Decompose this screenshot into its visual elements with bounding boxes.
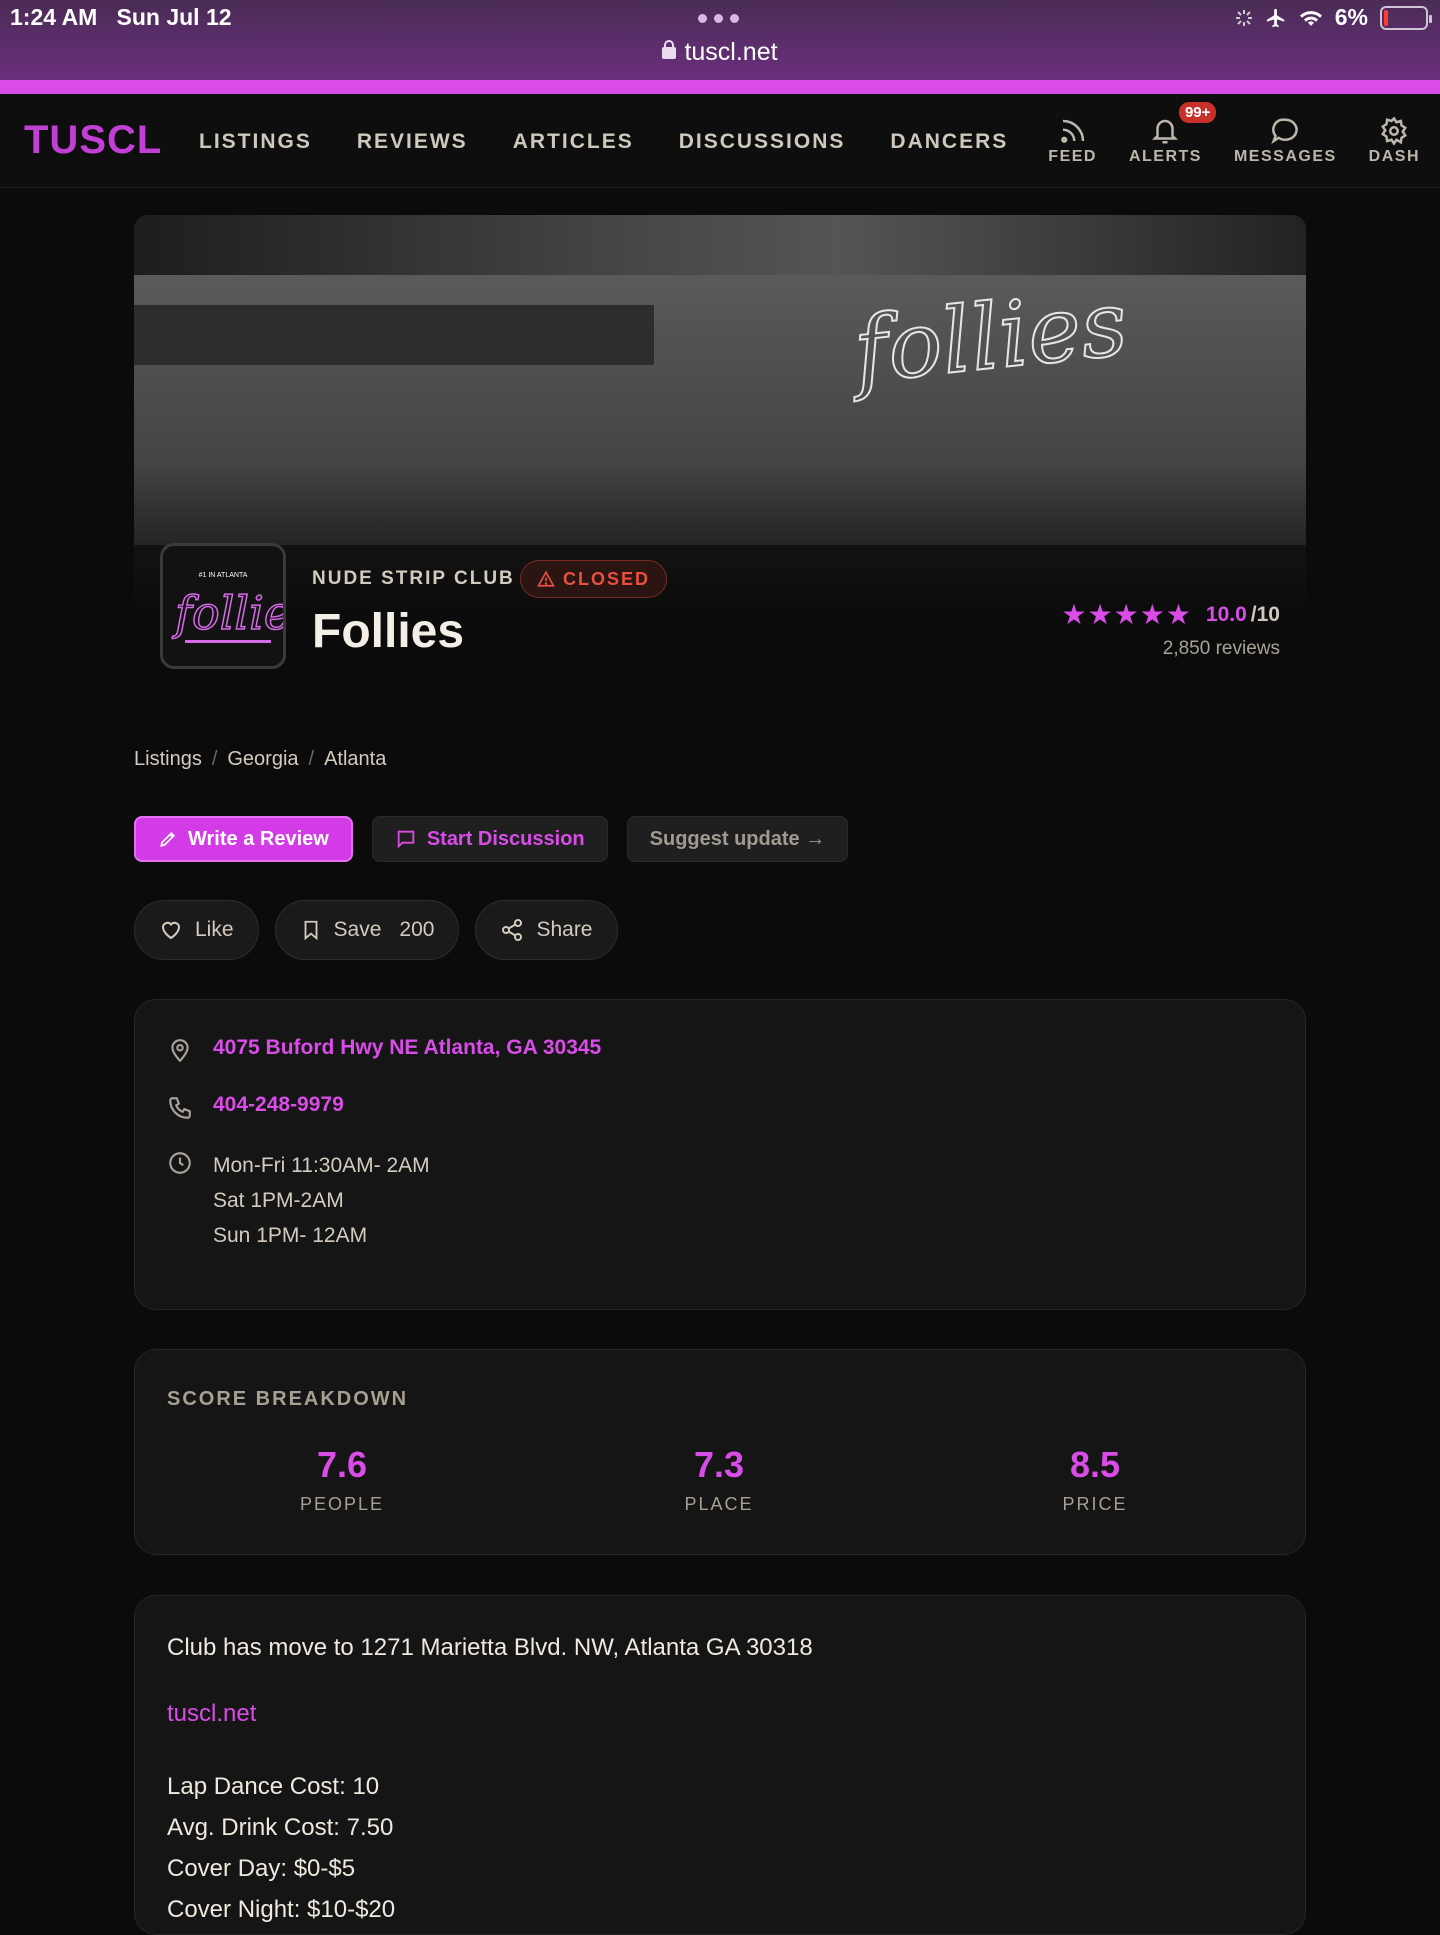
contact-info-card: 4075 Buford Hwy NE Atlanta, GA 30345 404…: [134, 999, 1306, 1310]
breadcrumb-atlanta[interactable]: Atlanta: [324, 748, 386, 771]
club-type: NUDE STRIP CLUB: [312, 568, 515, 589]
nav-dash[interactable]: DASH: [1369, 116, 1420, 166]
heart-icon: [161, 921, 181, 940]
map-pin-icon: [171, 1039, 189, 1063]
save-button[interactable]: Save 200: [274, 900, 460, 960]
chat-bubble-icon: [1271, 118, 1299, 145]
breadcrumb-listings[interactable]: Listings: [134, 748, 202, 771]
share-icon: [502, 919, 523, 941]
wifi-icon: [1299, 10, 1322, 26]
clock-icon: [169, 1152, 191, 1174]
nav-messages[interactable]: MESSAGES: [1234, 116, 1337, 166]
write-review-button[interactable]: Write a Review: [134, 816, 353, 862]
nav-alerts[interactable]: 99+ ALERTS: [1129, 102, 1217, 166]
url-bar[interactable]: tuscl.net: [0, 38, 1440, 67]
save-count: 200: [399, 918, 435, 941]
lock-icon: [662, 40, 677, 59]
phone-icon: [169, 1097, 191, 1119]
pencil-icon: [160, 831, 176, 847]
message-square-icon: [397, 830, 415, 849]
status-badge: CLOSED: [520, 560, 668, 598]
status-indicators: 6%: [1235, 4, 1432, 31]
nav-dancers[interactable]: DANCERS: [890, 130, 1008, 154]
bookmark-icon: [304, 920, 317, 941]
start-discussion-button[interactable]: Start Discussion: [371, 816, 608, 862]
accent-strip: [0, 80, 1440, 94]
activity-icon: [1235, 9, 1252, 26]
club-name: Follies: [312, 605, 465, 658]
breadcrumb-georgia[interactable]: Georgia: [227, 748, 298, 771]
rating-score: 10.0: [1205, 602, 1247, 626]
gear-icon: [1381, 116, 1408, 146]
share-button[interactable]: Share: [475, 900, 618, 960]
like-button[interactable]: Like: [134, 900, 259, 960]
address-link[interactable]: 4075 Buford Hwy NE Atlanta, GA 30345: [213, 1036, 601, 1064]
rating-out-of: /10: [1250, 602, 1280, 626]
club-logo: #1 IN ATLANTA follies: [160, 543, 286, 669]
nav-discussions[interactable]: DISCUSSIONS: [679, 130, 846, 154]
website-link[interactable]: tuscl.net: [167, 1700, 256, 1728]
nav-feed[interactable]: FEED: [1048, 116, 1097, 166]
score-place: 7.3 PLACE: [684, 1444, 754, 1514]
bell-icon: [1152, 119, 1179, 144]
score-price: 8.5 PRICE: [1062, 1444, 1128, 1514]
alerts-badge: 99+: [1178, 102, 1217, 123]
site-logo[interactable]: TUSCL: [24, 118, 162, 163]
score-breakdown-title: SCORE BREAKDOWN: [167, 1388, 409, 1410]
warning-icon: [537, 570, 555, 587]
score-people: 7.6 PEOPLE: [299, 1444, 385, 1514]
relocation-notice: Club has move to 1271 Marietta Blvd. NW,…: [167, 1634, 813, 1661]
airplane-icon: [1266, 8, 1284, 27]
nav-articles[interactable]: ARTICLES: [513, 130, 634, 154]
rating: ★★★★★ 10.0 /10: [1061, 598, 1280, 631]
star-rating-icon: ★★★★★: [1061, 599, 1192, 630]
tab-dots-icon[interactable]: [698, 14, 739, 23]
opening-hours: Mon-Fri 11:30AM- 2AM Sat 1PM-2AM Sun 1PM…: [213, 1154, 430, 1247]
review-count[interactable]: 2,850 reviews: [1163, 638, 1280, 660]
nav-reviews[interactable]: REVIEWS: [357, 130, 468, 154]
suggest-update-button[interactable]: Suggest update →: [626, 816, 849, 862]
battery-percent: 6%: [1334, 4, 1368, 30]
breadcrumb: Listings / Georgia / Atlanta: [134, 748, 387, 771]
browser-status-bar: 1:24 AM Sun Jul 12 6% tuscl.net: [0, 0, 1440, 80]
status-time: 1:24 AM Sun Jul 12: [10, 4, 232, 30]
site-nav: TUSCL LISTINGS REVIEWS ARTICLES DISCUSSI…: [0, 94, 1440, 188]
description-card: Club has move to 1271 Marietta Blvd. NW,…: [134, 1595, 1306, 1935]
battery-icon: [1380, 5, 1432, 30]
pricing-details: Lap Dance Cost: 10 Avg. Drink Cost: 7.50…: [167, 1773, 396, 1923]
score-breakdown-card: SCORE BREAKDOWN 7.6 PEOPLE 7.3 PLACE 8.5…: [134, 1349, 1306, 1555]
nav-listings[interactable]: LISTINGS: [199, 130, 312, 154]
phone-link[interactable]: 404-248-9979: [213, 1093, 344, 1121]
rss-icon: [1060, 119, 1084, 143]
